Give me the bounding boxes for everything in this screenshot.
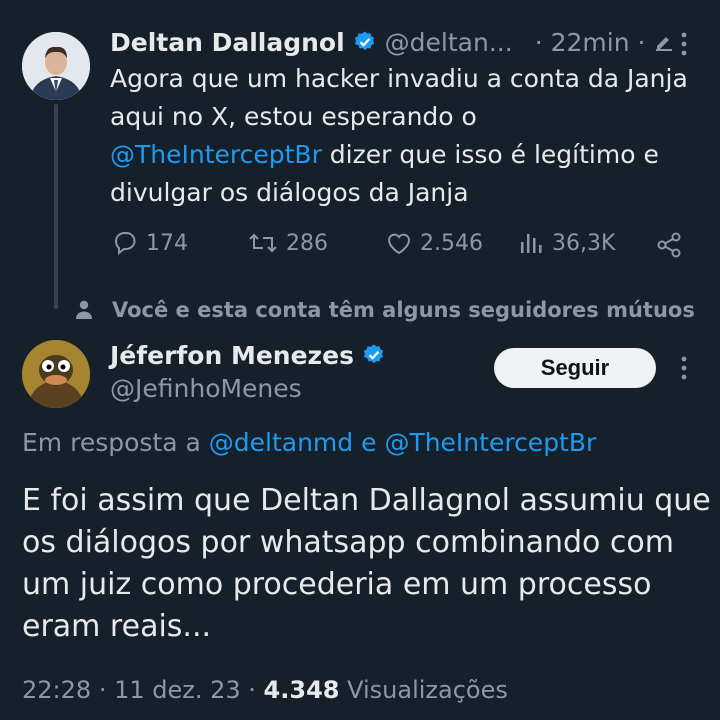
views-button[interactable]: 36,3K bbox=[518, 228, 615, 258]
thread-line bbox=[54, 104, 58, 309]
mention-link[interactable]: @TheInterceptBr bbox=[110, 140, 322, 169]
reply-joiner: e bbox=[353, 428, 385, 457]
text-line: divulgar os diálogos da Janja bbox=[110, 178, 469, 207]
retweet-icon bbox=[246, 228, 280, 258]
author-name[interactable]: Jéferfon Menezes bbox=[110, 341, 354, 370]
tweet-date[interactable]: 11 dez. 23 bbox=[114, 676, 241, 704]
views-label: Visualizações bbox=[347, 676, 508, 704]
author-name[interactable]: Deltan Dallagnol bbox=[110, 28, 345, 57]
separator: · bbox=[98, 676, 115, 704]
mention-link[interactable]: @deltanmd bbox=[209, 428, 353, 457]
avatar-jeferfon[interactable] bbox=[22, 340, 90, 408]
author-handle[interactable]: @JefinhoMenes bbox=[110, 374, 302, 403]
tweet1-header: Deltan Dallagnol @deltan... · 22min · bbox=[110, 26, 675, 58]
tweet-time[interactable]: 22:28 bbox=[22, 676, 91, 704]
views-count: 4.348 bbox=[263, 676, 340, 704]
text-line: um juiz como procederia em um processo bbox=[22, 567, 652, 602]
text-line: E foi assim que Deltan Dallagnol assumiu… bbox=[22, 483, 711, 518]
like-count: 2.546 bbox=[420, 230, 483, 256]
text-line: os diálogos por whatsapp combinando com bbox=[22, 525, 675, 560]
reply-count: 174 bbox=[146, 230, 188, 256]
reply-icon bbox=[110, 228, 140, 258]
text-line: @TheInterceptBr dizer que isso é legítim… bbox=[110, 136, 710, 174]
mention-link[interactable]: @TheInterceptBr bbox=[384, 428, 596, 457]
tweet2-header: Jéferfon Menezes bbox=[110, 338, 386, 372]
views-count: 36,3K bbox=[552, 230, 616, 256]
tweet2-meta: 22:28 · 11 dez. 23 · 4.348 Visualizações bbox=[22, 676, 508, 704]
tweet-time[interactable]: · 22min · bbox=[535, 28, 646, 57]
author-handle[interactable]: @deltan... bbox=[385, 28, 513, 57]
verified-badge-icon bbox=[353, 30, 377, 54]
like-icon bbox=[384, 228, 414, 258]
reply-prefix: Em resposta a bbox=[22, 428, 209, 457]
social-context-text: Você e esta conta têm alguns seguidores … bbox=[112, 298, 695, 322]
more-icon[interactable] bbox=[674, 354, 694, 386]
reply-button[interactable]: 174 bbox=[110, 228, 188, 258]
more-icon[interactable] bbox=[674, 30, 694, 62]
social-context: Você e esta conta têm alguns seguidores … bbox=[74, 298, 695, 322]
share-icon[interactable] bbox=[654, 230, 684, 264]
verified-badge-icon bbox=[362, 343, 386, 367]
follow-button[interactable]: Seguir bbox=[494, 348, 656, 388]
text-segment: dizer que isso é legítimo e bbox=[321, 140, 659, 169]
edit-pencil-icon bbox=[653, 31, 675, 53]
text-line: Agora que um hacker invadiu a conta da J… bbox=[110, 64, 688, 93]
text-line: aqui no X, estou esperando o bbox=[110, 102, 477, 131]
retweet-button[interactable]: 286 bbox=[246, 228, 328, 258]
text-line: eram reais... bbox=[22, 609, 212, 644]
separator: · bbox=[248, 676, 264, 704]
reply-context: Em resposta a @deltanmd e @TheInterceptB… bbox=[22, 428, 596, 457]
retweet-count: 286 bbox=[286, 230, 328, 256]
views-icon bbox=[518, 228, 546, 258]
tweet1-text: Agora que um hacker invadiu a conta da J… bbox=[110, 60, 710, 212]
tweet2-text: E foi assim que Deltan Dallagnol assumiu… bbox=[22, 480, 712, 648]
person-icon bbox=[74, 299, 94, 321]
avatar-deltan[interactable] bbox=[22, 32, 90, 100]
like-button[interactable]: 2.546 bbox=[384, 228, 483, 258]
